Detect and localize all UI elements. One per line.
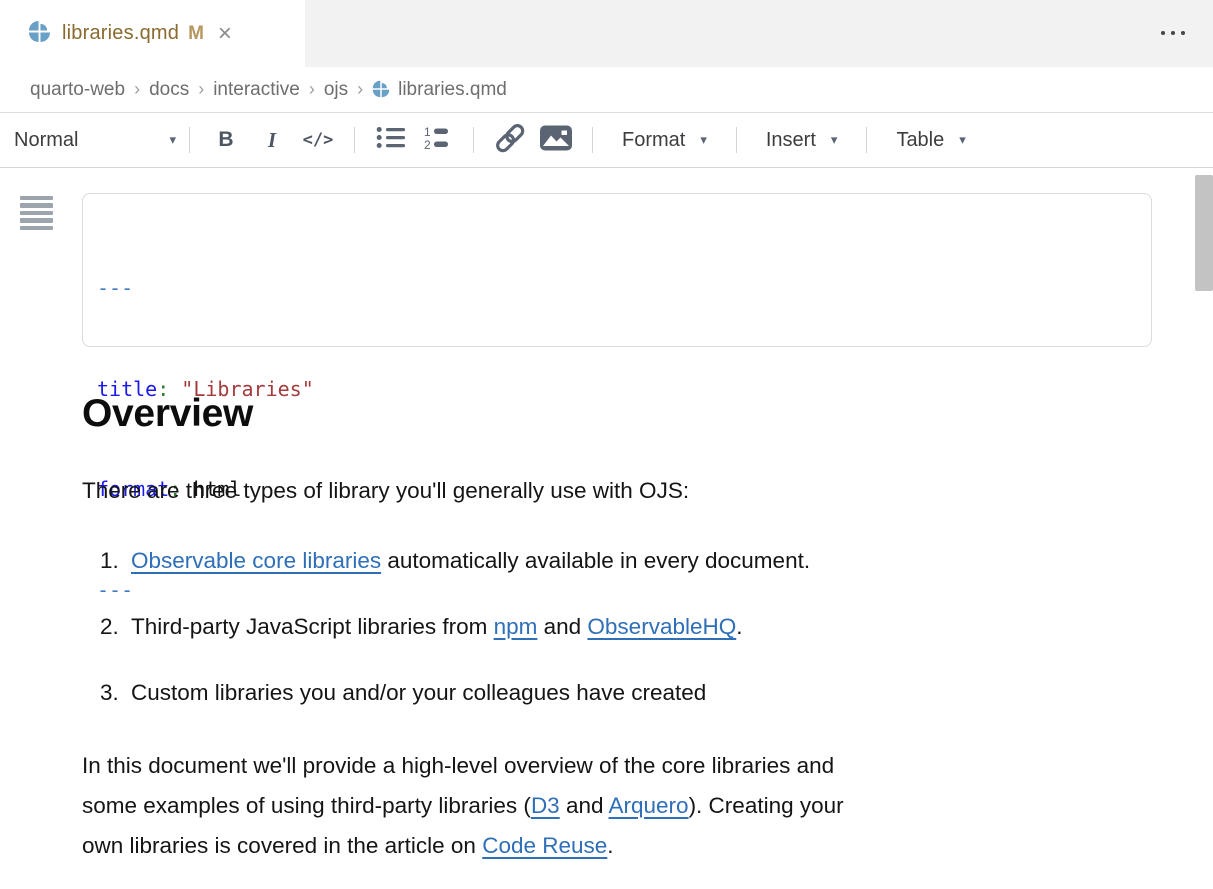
- toolbar-divider: [866, 127, 867, 153]
- insert-link-button[interactable]: [487, 120, 533, 160]
- chevron-down-icon: ▾: [959, 132, 966, 148]
- breadcrumb-item-interactive[interactable]: interactive: [213, 79, 300, 101]
- yaml-front-matter-block[interactable]: --- title: "Libraries" format: html ---: [82, 193, 1152, 347]
- section-heading[interactable]: Overview: [82, 392, 253, 436]
- list-number: 3.: [100, 673, 131, 713]
- closing-paragraph[interactable]: In this document we'll provide a high-le…: [82, 746, 844, 866]
- code-button[interactable]: </>: [295, 120, 341, 160]
- list-item-text: Custom libraries you and/or your colleag…: [131, 673, 706, 713]
- chevron-down-icon: ▾: [831, 132, 838, 148]
- paragraph-style-select[interactable]: Normal ▾: [14, 129, 176, 152]
- breadcrumb-item-docs[interactable]: docs: [149, 79, 189, 101]
- table-menu-label: Table: [896, 129, 944, 152]
- toolbar-divider: [592, 127, 593, 153]
- yaml-line: title: "Libraries": [97, 373, 1151, 407]
- list-item[interactable]: 1. Observable core libraries automatical…: [82, 541, 810, 581]
- npm-link[interactable]: npm: [494, 614, 538, 639]
- arquero-link[interactable]: Arquero: [609, 793, 689, 818]
- tab-bar: libraries.qmd M ×: [0, 0, 1213, 67]
- toolbar-divider: [354, 127, 355, 153]
- paragraph-line: In this document we'll provide a high-le…: [82, 746, 844, 786]
- list-item[interactable]: 2. Third-party JavaScript libraries from…: [82, 607, 810, 647]
- modified-badge: M: [188, 23, 204, 45]
- list-item-text: Observable core libraries automatically …: [131, 541, 810, 581]
- insert-menu[interactable]: Insert ▾: [750, 129, 854, 152]
- link-icon: [493, 122, 527, 159]
- breadcrumb-separator: ›: [309, 79, 315, 100]
- intro-paragraph[interactable]: There are three types of library you'll …: [82, 478, 689, 504]
- bold-button[interactable]: B: [203, 120, 249, 160]
- breadcrumb-item-ojs[interactable]: ojs: [324, 79, 348, 101]
- svg-text:1: 1: [424, 125, 431, 139]
- yaml-line: ---: [97, 272, 1151, 306]
- code-icon: </>: [303, 130, 334, 150]
- toolbar-divider: [189, 127, 190, 153]
- list-item[interactable]: 3. Custom libraries you and/or your coll…: [82, 673, 810, 713]
- paragraph-line: own libraries is covered in the article …: [82, 826, 844, 866]
- tab-libraries-qmd[interactable]: libraries.qmd M ×: [0, 0, 305, 67]
- format-menu[interactable]: Format ▾: [606, 129, 723, 152]
- breadcrumb: quarto-web › docs › interactive › ojs › …: [0, 67, 1213, 113]
- more-actions-icon[interactable]: [1161, 31, 1185, 35]
- insert-image-button[interactable]: [533, 120, 579, 160]
- bullet-list-icon: [376, 125, 407, 155]
- toolbar-divider: [736, 127, 737, 153]
- tab-title: libraries.qmd: [62, 22, 179, 45]
- editor-toolbar: Normal ▾ B I </> 1: [0, 113, 1213, 168]
- block-drag-handle-icon[interactable]: [20, 196, 53, 230]
- quarto-logo-icon: [28, 20, 51, 48]
- toolbar-divider: [473, 127, 474, 153]
- close-tab-icon[interactable]: ×: [218, 22, 232, 46]
- italic-button[interactable]: I: [249, 120, 295, 160]
- insert-menu-label: Insert: [766, 129, 816, 152]
- table-menu[interactable]: Table ▾: [880, 129, 981, 152]
- quarto-logo-icon: [372, 80, 390, 104]
- chevron-down-icon: ▾: [700, 132, 707, 148]
- svg-text:2: 2: [424, 138, 431, 151]
- vertical-scrollbar-thumb[interactable]: [1195, 175, 1213, 291]
- italic-icon: I: [268, 128, 276, 153]
- numbered-list-icon: 1 2: [423, 125, 451, 156]
- breadcrumb-item-libraries-qmd[interactable]: libraries.qmd: [398, 79, 507, 101]
- list-number: 2.: [100, 607, 131, 647]
- image-icon: [540, 125, 572, 156]
- paragraph-line: some examples of using third-party libra…: [82, 786, 844, 826]
- bullet-list-button[interactable]: [368, 120, 414, 160]
- breadcrumb-separator: ›: [357, 79, 363, 100]
- observablehq-link[interactable]: ObservableHQ: [587, 614, 736, 639]
- d3-link[interactable]: D3: [531, 793, 560, 818]
- numbered-list-button[interactable]: 1 2: [414, 120, 460, 160]
- format-menu-label: Format: [622, 129, 685, 152]
- chevron-down-icon: ▾: [169, 132, 176, 148]
- paragraph-style-value: Normal: [14, 129, 78, 152]
- breadcrumb-item-quarto-web[interactable]: quarto-web: [30, 79, 125, 101]
- breadcrumb-separator: ›: [134, 79, 140, 100]
- bold-icon: B: [218, 128, 233, 152]
- list-number: 1.: [100, 541, 131, 581]
- breadcrumb-separator: ›: [198, 79, 204, 100]
- observable-core-libraries-link[interactable]: Observable core libraries: [131, 548, 381, 573]
- list-item-text: Third-party JavaScript libraries from np…: [131, 607, 743, 647]
- code-reuse-link[interactable]: Code Reuse: [482, 833, 607, 858]
- numbered-list: 1. Observable core libraries automatical…: [82, 541, 810, 739]
